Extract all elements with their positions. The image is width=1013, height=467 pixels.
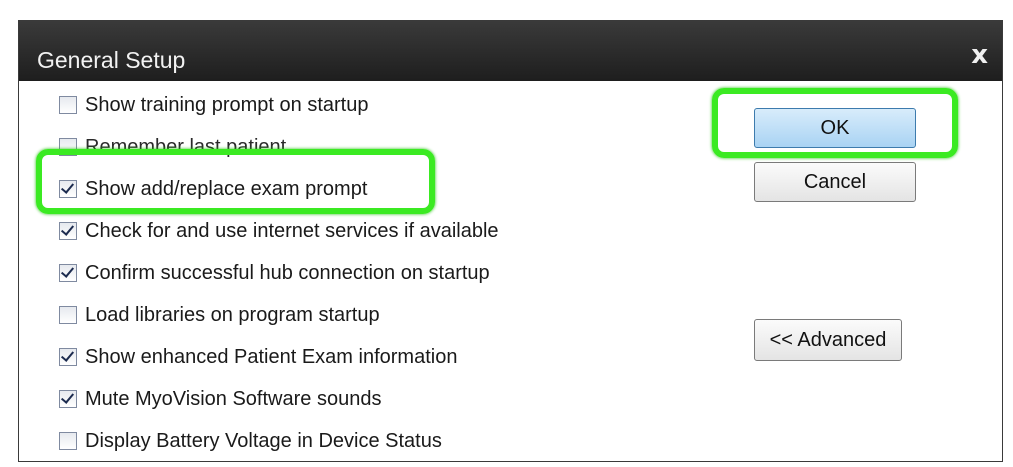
option-label: Load libraries on program startup	[85, 303, 380, 326]
cancel-button[interactable]: Cancel	[754, 162, 916, 202]
checkbox[interactable]	[59, 306, 77, 324]
checkbox[interactable]	[59, 432, 77, 450]
checkbox[interactable]	[59, 348, 77, 366]
option-load-libraries[interactable]: Load libraries on program startup	[59, 301, 380, 329]
dialog-title: General Setup	[37, 47, 186, 73]
checkbox[interactable]	[59, 138, 77, 156]
option-confirm-hub-connection[interactable]: Confirm successful hub connection on sta…	[59, 259, 490, 287]
checkbox[interactable]	[59, 180, 77, 198]
option-label: Display Battery Voltage in Device Status	[85, 429, 442, 452]
option-label: Remember last patient	[85, 135, 287, 158]
option-remember-last-patient[interactable]: Remember last patient	[59, 133, 286, 161]
option-mute-sounds[interactable]: Mute MyoVision Software sounds	[59, 385, 381, 413]
advanced-button[interactable]: << Advanced	[754, 319, 902, 361]
checkbox[interactable]	[59, 222, 77, 240]
option-check-internet-services[interactable]: Check for and use internet services if a…	[59, 217, 499, 245]
option-enhanced-patient-exam-info[interactable]: Show enhanced Patient Exam information	[59, 343, 457, 371]
option-display-battery-voltage[interactable]: Display Battery Voltage in Device Status	[59, 427, 442, 455]
option-label: Show enhanced Patient Exam information	[85, 345, 458, 368]
option-label: Check for and use internet services if a…	[85, 219, 499, 242]
checkbox[interactable]	[59, 390, 77, 408]
close-icon[interactable]: x	[971, 40, 988, 70]
general-setup-dialog: General Setup x Show training prompt on …	[18, 20, 1003, 462]
option-label: Confirm successful hub connection on sta…	[85, 261, 490, 284]
checkbox[interactable]	[59, 96, 77, 114]
checkbox[interactable]	[59, 264, 77, 282]
dialog-body: Show training prompt on startup Remember…	[19, 81, 1002, 461]
option-show-training-prompt[interactable]: Show training prompt on startup	[59, 91, 369, 119]
option-label: Mute MyoVision Software sounds	[85, 387, 382, 410]
option-label: Show add/replace exam prompt	[85, 177, 368, 200]
ok-button[interactable]: OK	[754, 108, 916, 148]
option-label: Show training prompt on startup	[85, 93, 369, 116]
title-bar[interactable]: General Setup x	[19, 21, 1002, 81]
option-show-add-replace-exam-prompt[interactable]: Show add/replace exam prompt	[59, 175, 367, 203]
